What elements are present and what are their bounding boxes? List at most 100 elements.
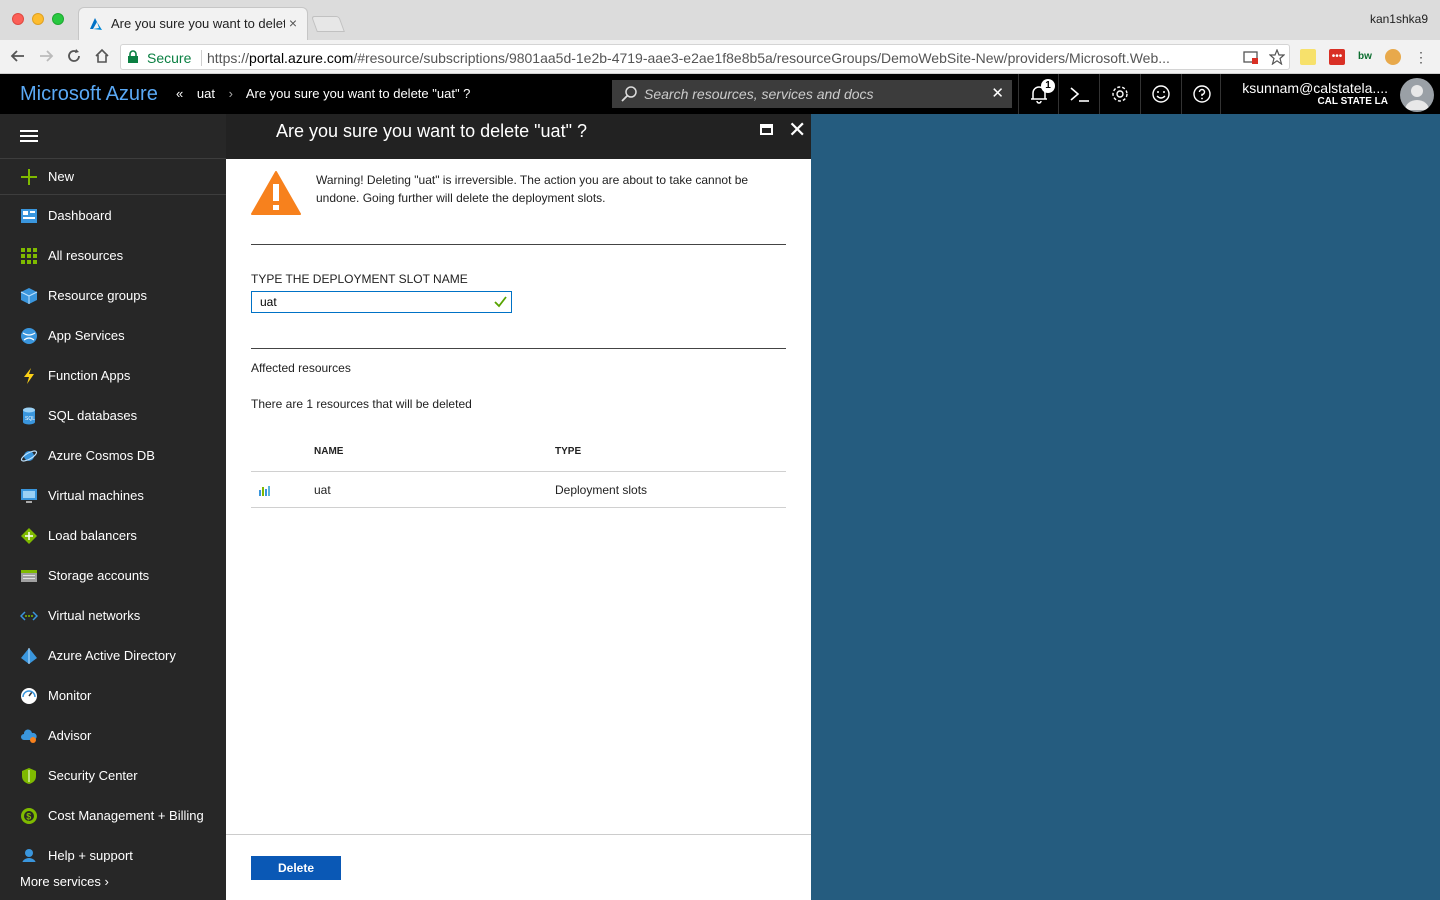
window-minimize-button[interactable] xyxy=(32,13,44,25)
sidebar-item-cosmos-db[interactable]: Azure Cosmos DB xyxy=(0,436,226,476)
help-button[interactable] xyxy=(1181,74,1221,114)
window-close-button[interactable] xyxy=(12,13,24,25)
delete-button[interactable]: Delete xyxy=(251,856,341,880)
settings-button[interactable] xyxy=(1099,74,1139,114)
sidebar-item-label: Resource groups xyxy=(48,288,147,303)
azure-favicon-icon xyxy=(90,18,102,30)
network-icon xyxy=(20,611,38,621)
slot-name-field[interactable] xyxy=(251,291,512,313)
home-icon[interactable] xyxy=(92,46,112,66)
extension-bw-icon[interactable]: bw xyxy=(1357,49,1373,65)
database-icon: SQL xyxy=(23,407,35,425)
shield-icon xyxy=(22,768,36,784)
sidebar-item-security-center[interactable]: Security Center xyxy=(0,756,226,796)
sidebar-item-new[interactable]: New xyxy=(0,157,226,197)
browser-profile-name[interactable]: kan1shka9 xyxy=(1370,12,1428,26)
table-row-type: Deployment slots xyxy=(555,483,648,497)
bookmark-star-icon[interactable] xyxy=(1269,49,1285,65)
sidebar-item-active-directory[interactable]: Azure Active Directory xyxy=(0,636,226,676)
cloud-shell-button[interactable] xyxy=(1058,74,1098,114)
slot-name-input[interactable] xyxy=(260,294,480,310)
gear-icon xyxy=(1112,86,1128,102)
cube-icon xyxy=(20,288,38,304)
sidebar-item-label: Virtual machines xyxy=(48,488,144,503)
notifications-button[interactable]: 1 xyxy=(1018,74,1058,114)
back-arrow-icon[interactable] xyxy=(8,46,28,66)
feedback-button[interactable] xyxy=(1140,74,1180,114)
sidebar-item-cost-management[interactable]: $ Cost Management + Billing xyxy=(0,796,226,836)
sidebar-item-sql-databases[interactable]: SQL SQL databases xyxy=(0,396,226,436)
sidebar-item-advisor[interactable]: Advisor xyxy=(0,716,226,756)
blade-header: Are you sure you want to delete "uat" ? … xyxy=(226,114,811,159)
checkmark-icon xyxy=(494,296,507,308)
browser-menu-icon[interactable]: ⋮ xyxy=(1413,49,1429,65)
breadcrumb: « uat › Are you sure you want to delete … xyxy=(176,86,480,101)
gauge-icon xyxy=(21,688,37,704)
search-input[interactable] xyxy=(644,80,984,108)
monitor-icon xyxy=(21,489,37,503)
breadcrumb-item-uat[interactable]: uat xyxy=(197,86,215,101)
new-tab-button[interactable] xyxy=(311,16,345,32)
reload-icon[interactable] xyxy=(64,46,84,66)
window-zoom-button[interactable] xyxy=(52,13,64,25)
url-scheme: https:// xyxy=(207,50,250,66)
extension-cookie-icon[interactable] xyxy=(1385,49,1401,65)
pyramid-icon xyxy=(21,648,37,664)
globe-icon xyxy=(21,328,37,344)
hamburger-menu-icon[interactable] xyxy=(20,130,38,142)
secure-label: Secure xyxy=(147,50,192,66)
sidebar-item-resource-groups[interactable]: Resource groups xyxy=(0,276,226,316)
close-icon[interactable]: ✕ xyxy=(788,117,806,143)
more-services-link[interactable]: More services › xyxy=(20,874,109,889)
tab-close-icon[interactable]: × xyxy=(289,15,297,31)
extension-note-icon[interactable] xyxy=(1300,49,1316,65)
sidebar-item-load-balancers[interactable]: Load balancers xyxy=(0,516,226,556)
coin-icon: $ xyxy=(21,808,37,824)
sidebar-item-dashboard[interactable]: Dashboard xyxy=(0,196,226,236)
breadcrumb-collapse-icon[interactable]: « xyxy=(176,86,183,101)
warning-message: Warning! Deleting "uat" is irreversible.… xyxy=(316,173,749,205)
sidebar-item-storage-accounts[interactable]: Storage accounts xyxy=(0,556,226,596)
sidebar-item-app-services[interactable]: App Services xyxy=(0,316,226,356)
sidebar-item-virtual-machines[interactable]: Virtual machines xyxy=(0,476,226,516)
table-row-name[interactable]: uat xyxy=(314,483,331,497)
extension-dots-icon[interactable]: ••• xyxy=(1329,49,1345,65)
table-row-divider xyxy=(251,507,786,508)
maximize-icon[interactable] xyxy=(760,124,773,135)
svg-text:$: $ xyxy=(26,812,31,822)
search-clear-icon[interactable]: ✕ xyxy=(991,84,1004,102)
azure-header: Microsoft Azure « uat › Are you sure you… xyxy=(0,74,1440,114)
avatar[interactable] xyxy=(1400,78,1434,112)
warning-triangle-icon xyxy=(251,171,301,215)
sidebar-item-virtual-networks[interactable]: Virtual networks xyxy=(0,596,226,636)
footer-divider xyxy=(226,834,811,835)
url-text[interactable]: https://portal.azure.com/#resource/subsc… xyxy=(207,50,1237,66)
global-search[interactable]: ✕ xyxy=(612,80,1012,108)
column-header-type: TYPE xyxy=(555,446,582,457)
cast-icon[interactable] xyxy=(1243,49,1259,65)
sidebar-item-label: Azure Active Directory xyxy=(48,648,176,663)
svg-text:SQL: SQL xyxy=(25,416,35,422)
terminal-icon xyxy=(1070,87,1089,102)
azure-brand[interactable]: Microsoft Azure xyxy=(20,83,158,106)
forward-arrow-icon[interactable] xyxy=(36,46,56,66)
sidebar-item-label: SQL databases xyxy=(48,408,138,423)
browser-tab-active[interactable]: Are you sure you want to delete × xyxy=(78,7,308,40)
breadcrumb-item-current: Are you sure you want to delete "uat" ? xyxy=(245,86,471,101)
section-divider xyxy=(251,244,786,245)
sidebar-item-all-resources[interactable]: All resources xyxy=(0,236,226,276)
sidebar-item-label: Security Center xyxy=(48,768,138,783)
sidebar-item-label: Advisor xyxy=(48,728,92,743)
sidebar-item-function-apps[interactable]: Function Apps xyxy=(0,356,226,396)
sidebar-item-label: Help + support xyxy=(48,848,133,863)
nav-divider xyxy=(0,194,226,195)
user-email: ksunnam@calstatela.... xyxy=(1242,80,1388,96)
notification-count-badge: 1 xyxy=(1041,79,1055,93)
address-bar[interactable]: Secure https://portal.azure.com/#resourc… xyxy=(120,44,1290,70)
user-account[interactable]: ksunnam@calstatela.... CAL STATE LA xyxy=(1242,80,1388,107)
user-avatar-icon xyxy=(1405,85,1429,110)
sidebar-item-monitor[interactable]: Monitor xyxy=(0,676,226,716)
blade-title: Are you sure you want to delete "uat" ? xyxy=(276,121,587,141)
smiley-icon xyxy=(1152,85,1170,103)
lock-icon xyxy=(128,50,138,63)
